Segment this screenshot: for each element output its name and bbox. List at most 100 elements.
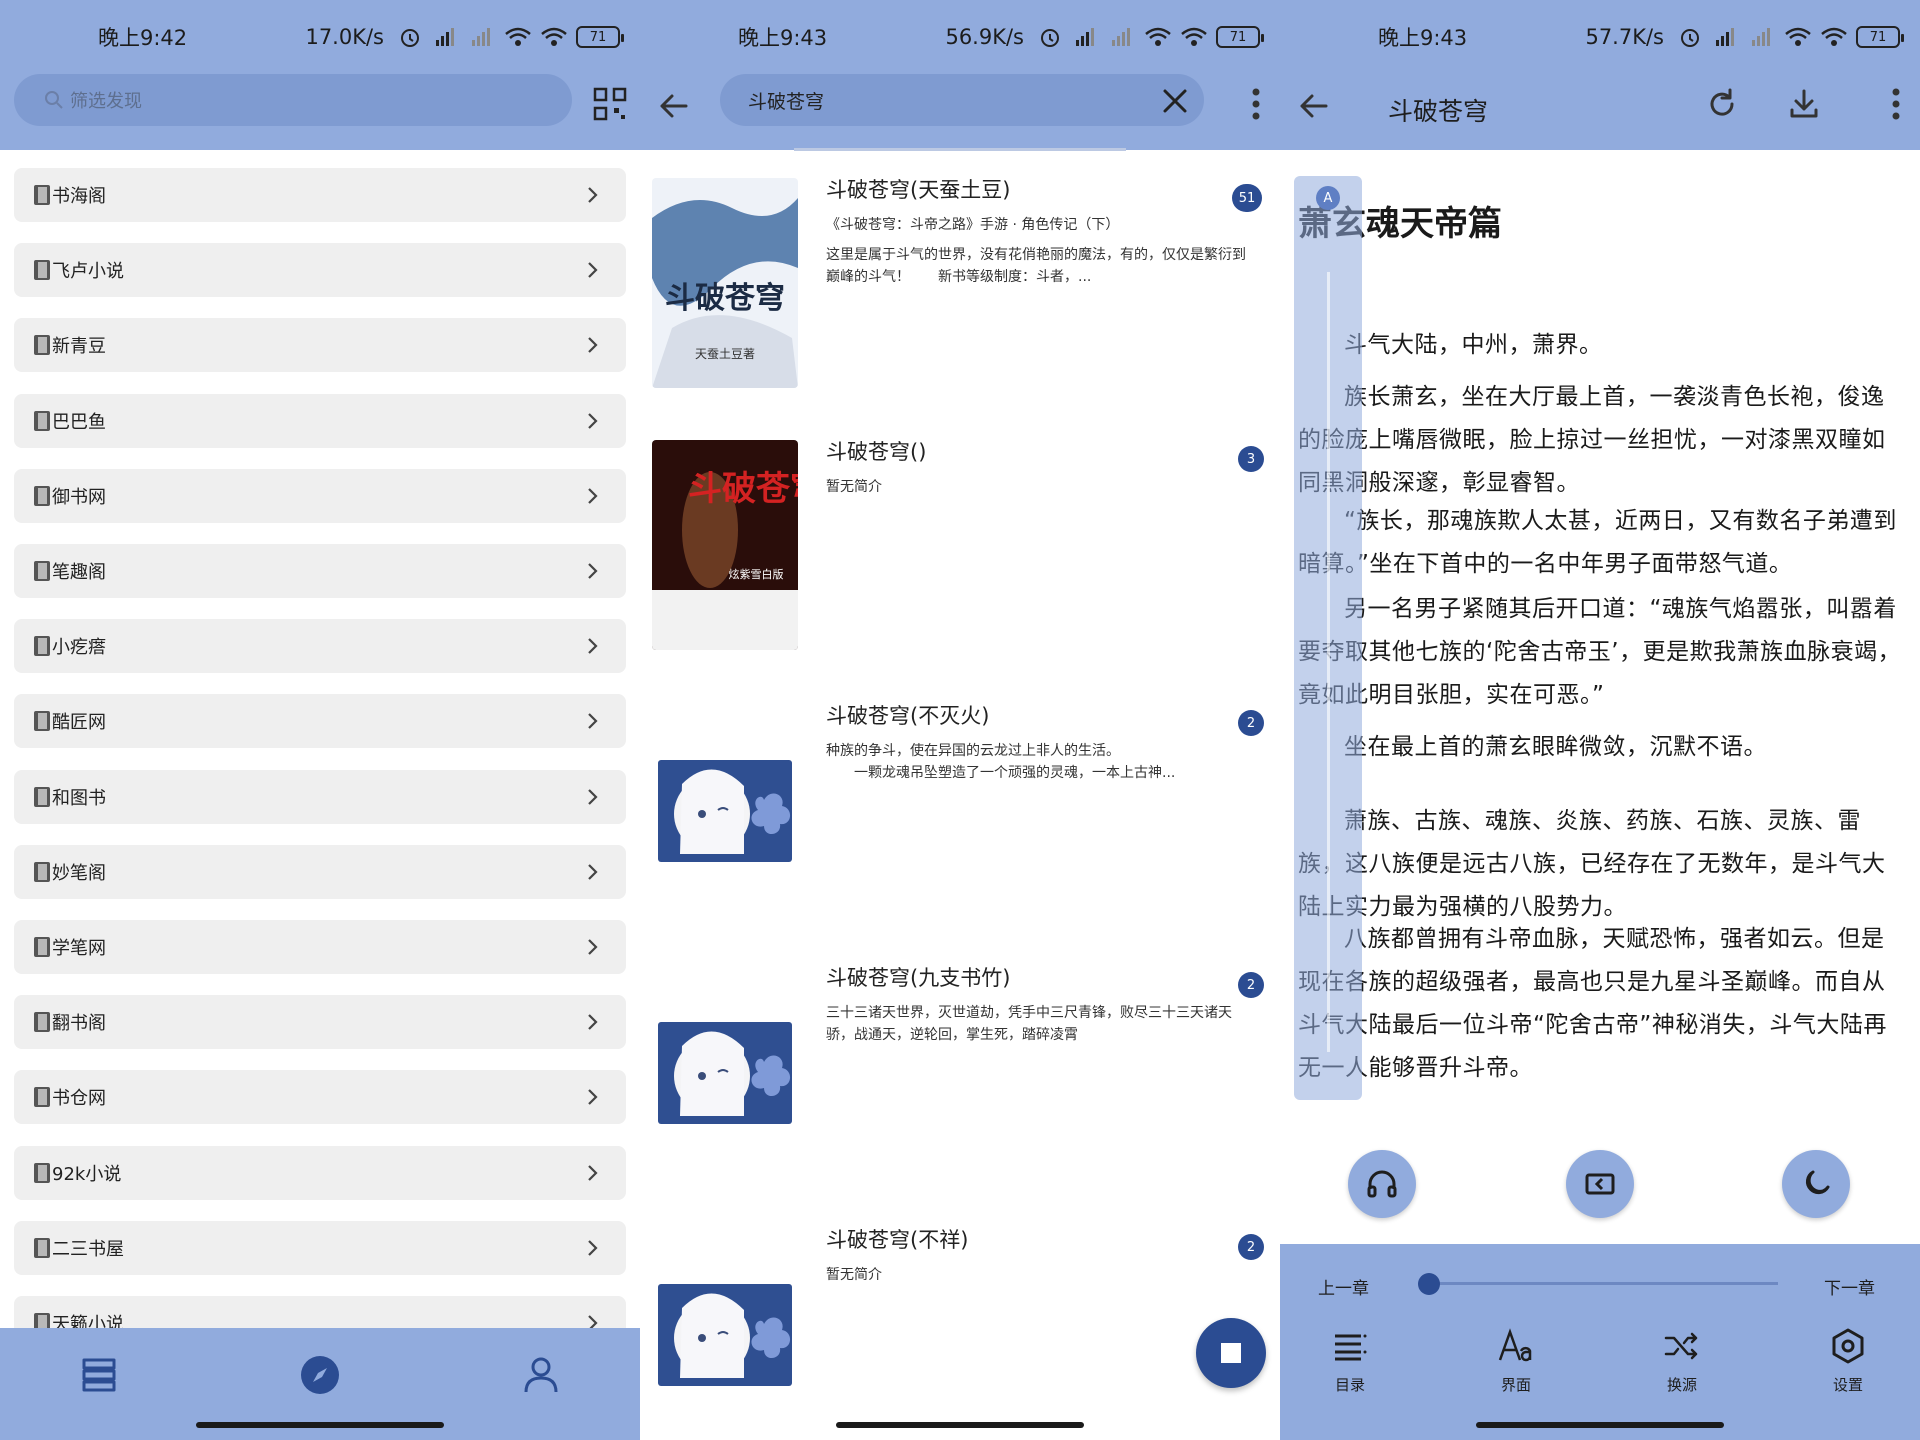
qr-scan-icon[interactable]: [592, 86, 628, 122]
next-chapter-button[interactable]: 下一章: [1824, 1274, 1875, 1299]
book-cover: [652, 1228, 798, 1438]
reader-bottom-bar: 上一章 下一章 目录 界面 换源 设置: [1280, 1244, 1920, 1440]
source-item[interactable]: 新青豆: [14, 318, 626, 373]
source-item[interactable]: 学笔网: [14, 920, 626, 974]
bookshelf-icon[interactable]: [76, 1352, 122, 1398]
auto-page-button[interactable]: [1566, 1150, 1634, 1218]
content-paragraph: 八族都曾拥有斗帝血脉，天赋恐怖，强者如云。但是现在各族的超级强者，最高也只是九星…: [1298, 926, 1887, 1081]
result-title: 斗破苍穹(不祥): [826, 1228, 969, 1252]
search-query: 斗破苍穹: [748, 90, 825, 113]
font-style-icon: [1498, 1328, 1532, 1362]
search-input[interactable]: 斗破苍穹: [720, 74, 1204, 126]
settings-button[interactable]: 设置: [1808, 1326, 1888, 1395]
source-item[interactable]: 二三书屋: [14, 1220, 626, 1275]
search-result-item[interactable]: 斗破苍穹炫紫雪白版 斗破苍穹() 3 暂无简介: [640, 412, 1280, 674]
chevron-right-icon: [588, 337, 598, 354]
book-icon: [34, 1237, 50, 1258]
refresh-icon[interactable]: [1704, 86, 1740, 122]
settings-icon: [1832, 1328, 1864, 1364]
source-item[interactable]: 书仓网: [14, 1070, 626, 1125]
placeholder-cover: [652, 704, 798, 914]
content-paragraph: 另一名男子紧随其后开口道：“魂族气焰嚣张，叫嚣着要夺取其他七族的‘陀舍古帝玉’，…: [1298, 596, 1902, 708]
source-item[interactable]: 御书网: [14, 468, 626, 523]
status-bar: 晚上9:42 17.0K/s 71: [0, 0, 640, 74]
search-result-item[interactable]: 斗破苍穹 天蚕土豆著 斗破苍穹(天蚕土豆) 51 《斗破苍穹：斗帝之路》手游 · 角色传…: [640, 150, 1280, 412]
source-name: 书仓网: [52, 1088, 106, 1110]
source-name: 飞卢小说: [52, 261, 124, 283]
search-result-item[interactable]: 斗破苍穹(九支书竹) 2 三十三诸天世界，灭世道劫，凭手中三尺青锋，败尽三十三天诸天…: [640, 938, 1280, 1200]
reading-area[interactable]: 萧玄魂天帝篇 斗气大陆，中州，萧界。 族长萧玄，坐在大厅最上首，一袭淡青色长袍，俊…: [1280, 150, 1920, 1244]
status-bar: 晚上9:43 57.7K/s 71: [1280, 0, 1920, 74]
result-intro: 三十三诸天世界，灭世道劫，凭手中三尺青锋，败尽三十三天诸天骄，战通天，逆轮回，掌…: [826, 1005, 1232, 1043]
moon-icon: [1805, 1170, 1830, 1195]
change-source-button[interactable]: 换源: [1642, 1326, 1722, 1395]
status-time: 晚上9:43: [738, 26, 828, 50]
more-vert-icon[interactable]: [1246, 84, 1266, 124]
source-item[interactable]: 酷匠网: [14, 694, 626, 749]
book-icon: [34, 786, 50, 807]
source-item[interactable]: 小疙瘩: [14, 619, 626, 674]
interface-button[interactable]: 界面: [1476, 1326, 1556, 1395]
source-item[interactable]: 92k小说: [14, 1145, 626, 1200]
result-title: 斗破苍穹(天蚕土豆): [826, 178, 1011, 202]
stop-search-button[interactable]: [1196, 1318, 1266, 1388]
filter-search-input[interactable]: 筛选发现: [14, 74, 572, 126]
status-time: 晚上9:42: [98, 26, 188, 50]
source-item[interactable]: 飞卢小说: [14, 243, 626, 298]
result-intro: 种族的争斗，使在异国的云龙过上非人的生活。: [826, 743, 1120, 759]
fast-scroll-bar[interactable]: A: [1294, 176, 1362, 1100]
source-item[interactable]: 翻书阁: [14, 995, 626, 1050]
source-item[interactable]: 天籁小说: [14, 1296, 626, 1330]
auto-page-icon: [1585, 1173, 1615, 1195]
search-result-item[interactable]: 斗破苍穹(不祥) 2 暂无简介: [640, 1200, 1280, 1440]
clear-icon[interactable]: [1160, 86, 1190, 116]
back-arrow-icon[interactable]: [656, 88, 692, 124]
source-name: 御书网: [52, 486, 106, 508]
book-icon: [34, 260, 50, 281]
source-count-badge: 3: [1238, 446, 1264, 472]
download-icon[interactable]: [1786, 86, 1822, 122]
chevron-right-icon: [588, 713, 598, 730]
source-count-badge: 51: [1232, 184, 1262, 212]
result-intro: 《斗破苍穹：斗帝之路》手游 · 角色传记（下）: [826, 217, 1120, 233]
toc-button[interactable]: 目录: [1310, 1326, 1390, 1395]
night-mode-button[interactable]: [1782, 1150, 1850, 1218]
network-speed: 17.0K/s: [305, 25, 384, 49]
content-paragraph: 坐在最上首的萧玄眼眸微敛，沉默不语。: [1344, 734, 1767, 760]
source-item[interactable]: 和图书: [14, 769, 626, 824]
chevron-right-icon: [588, 187, 598, 203]
wifi-icon: [1785, 27, 1811, 46]
book-icon: [34, 335, 50, 356]
chevron-right-icon: [588, 1014, 598, 1030]
source-list: 书海阁飞卢小说新青豆巴巴鱼御书网笔趣阁小疙瘩酷匠网和图书妙笔阁学笔网翻书阁书仓网…: [0, 150, 640, 1330]
chapter-progress-slider[interactable]: [1418, 1273, 1778, 1295]
result-title: 斗破苍穹(): [826, 440, 927, 464]
search-result-item[interactable]: 斗破苍穹(不灭火) 2 种族的争斗，使在异国的云龙过上非人的生活。 一颗龙魂吊坠塑造…: [640, 676, 1280, 938]
chevron-right-icon: [588, 939, 598, 955]
book-icon: [34, 711, 50, 732]
book-icon: [34, 485, 50, 506]
change-source-label: 换源: [1666, 1376, 1697, 1394]
book-cover-2: 斗破苍穹炫紫雪白版: [652, 440, 798, 650]
status-bar: 晚上9:43 56.9K/s 71: [640, 0, 1280, 74]
profile-icon[interactable]: [518, 1352, 564, 1398]
source-item[interactable]: 笔趣阁: [14, 544, 626, 598]
audio-read-button[interactable]: [1348, 1150, 1416, 1218]
more-vert-icon[interactable]: [1886, 84, 1906, 124]
back-arrow-icon[interactable]: [1296, 88, 1332, 124]
prev-chapter-button[interactable]: 上一章: [1318, 1274, 1369, 1299]
scroll-thumb[interactable]: A: [1316, 186, 1340, 210]
discover-icon[interactable]: [297, 1352, 343, 1398]
chevron-right-icon: [588, 563, 598, 579]
reader-top-bar: 斗破苍穹: [1280, 74, 1920, 150]
slider-knob[interactable]: [1418, 1273, 1440, 1295]
result-description: 一颗龙魂吊坠塑造了一个顽强的灵魂，一本上古神...: [826, 765, 1176, 781]
book-cover-1: 斗破苍穹天蚕土豆著: [652, 178, 798, 388]
source-item[interactable]: 书海阁: [14, 168, 626, 222]
source-item[interactable]: 巴巴鱼: [14, 393, 626, 448]
source-name: 酷匠网: [52, 712, 106, 734]
status-time: 晚上9:43: [1378, 26, 1468, 50]
wifi2-icon: [1821, 27, 1847, 46]
source-item[interactable]: 妙笔阁: [14, 844, 626, 899]
chevron-right-icon: [588, 1089, 598, 1106]
